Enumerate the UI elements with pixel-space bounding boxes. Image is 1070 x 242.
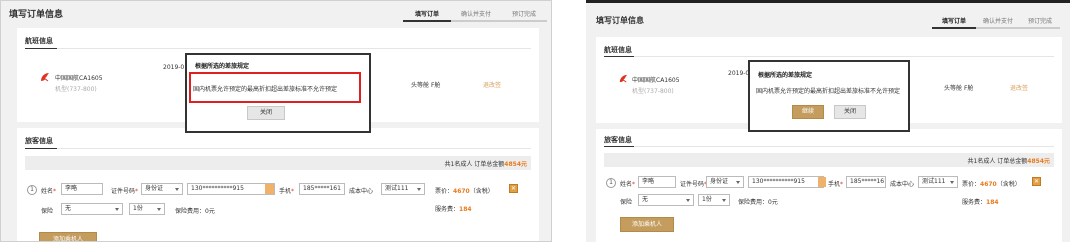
close-button[interactable]: 关闭 <box>247 106 285 120</box>
progress-steps: 填写订单 确认并支付 预订完成 <box>403 9 547 22</box>
cost-center-select[interactable]: 测试111 <box>381 183 425 195</box>
doc-type-select[interactable]: 身份证 <box>706 176 744 188</box>
ticket-price: 票价：4670（含税） <box>435 188 494 195</box>
screenshot-after: 填写订单信息 填写订单 确认并支付 预订完成 航班信息 中国国航CA1605 机… <box>586 0 1070 242</box>
delete-x-icon[interactable]: ✕ <box>1032 177 1041 186</box>
error-highlight-box <box>189 72 361 103</box>
section-underline <box>25 48 57 49</box>
section-divider <box>25 48 531 49</box>
step-complete: 预订完成 <box>1020 16 1060 29</box>
insurance-label: 保险 <box>41 208 54 215</box>
doc-label: 证件号码* <box>111 188 139 195</box>
flight-section-title: 航班信息 <box>25 37 53 45</box>
page-title: 填写订单信息 <box>596 16 644 25</box>
continue-button[interactable]: 继续 <box>792 105 824 119</box>
insurance-label: 保险 <box>620 199 633 206</box>
order-summary: 共1名成人 订单总金额4854元 <box>967 158 1050 165</box>
name-input[interactable]: 李略 <box>61 183 103 195</box>
section-divider <box>604 56 1054 57</box>
order-summary: 共1名成人 订单总金额4854元 <box>444 161 527 168</box>
phone-input[interactable]: 185*****161 <box>846 176 886 188</box>
section-underline <box>604 146 634 147</box>
airline-flight-number: 中国国航CA1605 <box>632 77 680 84</box>
ticket-price: 票价：4670（含税） <box>962 181 1021 188</box>
air-china-phoenix-icon <box>41 73 49 82</box>
close-button[interactable]: 关闭 <box>834 105 866 119</box>
add-passenger-button[interactable]: 添加乘机人 <box>39 232 97 241</box>
cost-center-label: 成本中心 <box>890 181 915 188</box>
progress-steps: 填写订单 确认并支付 预订完成 <box>932 16 1060 29</box>
insurance-select[interactable]: 无 <box>61 203 123 215</box>
insurance-copies-select[interactable]: 1份 <box>698 194 730 206</box>
step-fill-order: 填写订单 <box>403 9 451 22</box>
travel-policy-dialog: 根据所选的差旅规定 国内机票允许预定的最高折扣超出差旅标准不允许预定 关闭 <box>185 53 371 133</box>
step-confirm-pay: 确认并支付 <box>451 9 501 22</box>
passenger-section-title: 旅客信息 <box>25 137 53 145</box>
aircraft-type: 机型(737-800) <box>632 88 674 95</box>
doc-number-input[interactable]: 130**********915 <box>187 183 275 195</box>
step-fill-order: 填写订单 <box>932 16 976 29</box>
step-confirm-pay: 确认并支付 <box>976 16 1020 29</box>
passenger-section-title: 旅客信息 <box>604 136 632 144</box>
screenshot-before: 填写订单信息 填写订单 确认并支付 预订完成 航班信息 中国国航CA1605 机… <box>0 0 552 242</box>
order-summary-bar: 共1名成人 订单总金额4854元 <box>604 153 1054 167</box>
name-label: 姓名* <box>620 181 636 188</box>
insurance-select[interactable]: 无 <box>638 194 694 206</box>
section-divider <box>604 146 1054 147</box>
cabin-type: 头等舱 F舱 <box>411 82 441 89</box>
passenger-info-card: 旅客信息 共1名成人 订单总金额4854元 1 姓名* 李略 证件号码* 身份证… <box>17 128 539 241</box>
refund-change-link[interactable]: 退改签 <box>483 80 501 89</box>
doc-number-input[interactable]: 130**********915 <box>748 176 824 188</box>
service-fee: 服务费：184 <box>962 199 999 206</box>
insurance-fee: 保险费用：0元 <box>738 199 778 206</box>
cabin-type: 头等舱 F舱 <box>944 85 974 92</box>
order-summary-bar: 共1名成人 订单总金额4854元 <box>25 156 531 170</box>
page-title: 填写订单信息 <box>9 10 64 20</box>
dialog-title: 根据所选的差旅规定 <box>195 63 250 70</box>
insurance-copies-select[interactable]: 1份 <box>129 203 165 215</box>
phone-label: 手机* <box>279 188 295 195</box>
name-label: 姓名* <box>41 188 57 195</box>
cost-center-select[interactable]: 测试111 <box>918 176 958 188</box>
add-passenger-button[interactable]: 添加乘机人 <box>620 217 674 232</box>
refund-change-link[interactable]: 退改签 <box>1010 83 1028 92</box>
aircraft-type: 机型(737-800) <box>55 86 97 93</box>
dialog-message: 国内机票允许预定的最高折扣超出差旅标准不允许预定 <box>756 88 901 95</box>
cost-center-label: 成本中心 <box>349 188 374 195</box>
delete-x-icon[interactable]: ✕ <box>509 184 518 193</box>
section-underline <box>25 148 57 149</box>
passenger-index: 1 <box>27 185 37 195</box>
phone-input[interactable]: 185*****161 <box>299 183 345 195</box>
step-complete: 预订完成 <box>501 9 547 22</box>
flight-section-title: 航班信息 <box>604 46 632 54</box>
flight-date: 2019-0 <box>728 70 750 77</box>
flight-date: 2019-0 <box>163 64 185 71</box>
service-fee: 服务费：184 <box>435 206 472 213</box>
section-divider <box>25 148 531 149</box>
passenger-info-card: 旅客信息 共1名成人 订单总金额4854元 1 姓名* 李略 证件号码* 身份证… <box>596 129 1062 242</box>
id-card-icon[interactable] <box>818 177 826 187</box>
air-china-phoenix-icon <box>619 74 628 83</box>
dialog-title: 根据所选的差旅规定 <box>758 72 813 79</box>
passenger-index: 1 <box>606 178 616 188</box>
id-card-icon[interactable] <box>265 184 274 194</box>
doc-label: 证件号码* <box>680 181 707 188</box>
name-input[interactable]: 李略 <box>638 176 676 188</box>
section-underline <box>604 56 634 57</box>
travel-policy-dialog: 根据所选的差旅规定 国内机票允许预定的最高折扣超出差旅标准不允许预定 继续 关闭 <box>748 60 910 132</box>
phone-label: 手机* <box>828 181 844 188</box>
insurance-fee: 保险费用：0元 <box>175 208 215 215</box>
airline-flight-number: 中国国航CA1605 <box>55 75 103 82</box>
doc-type-select[interactable]: 身份证 <box>141 183 183 195</box>
